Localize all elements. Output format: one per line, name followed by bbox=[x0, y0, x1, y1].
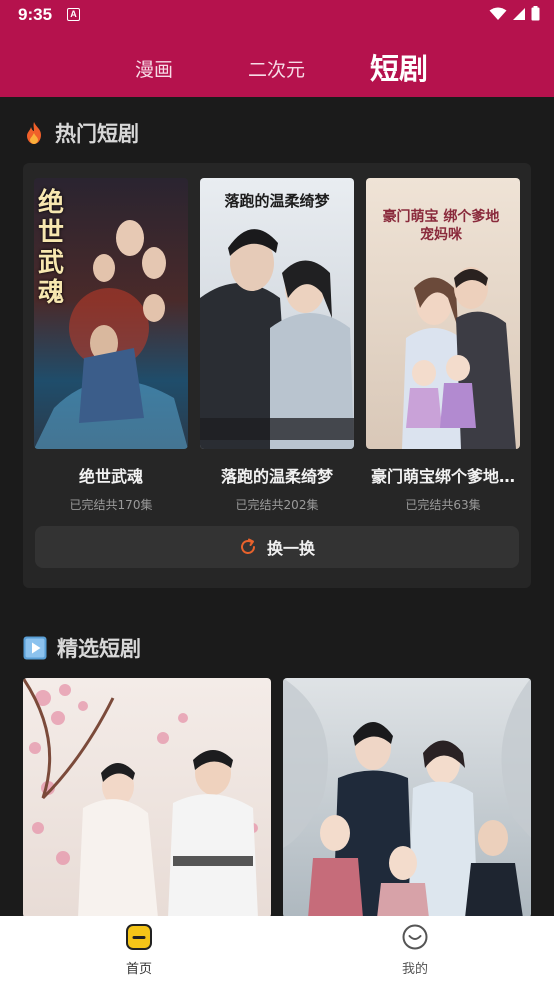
drama-title: 落跑的温柔绮梦 bbox=[220, 467, 333, 486]
smile-icon bbox=[402, 924, 428, 950]
featured-section-title: 精选短剧 bbox=[57, 637, 141, 661]
drama-episode-status: 已完结共170集 bbox=[69, 498, 153, 512]
signal-icon bbox=[513, 7, 525, 20]
drama-episode-status: 已完结共202集 bbox=[235, 498, 319, 512]
drama-episode-status: 已完结共63集 bbox=[405, 498, 481, 512]
bottom-navigation: 首页 我的 bbox=[0, 916, 554, 984]
drama-title: 豪门萌宝绑个爹地… bbox=[370, 467, 515, 486]
status-bar: 9:35 A bbox=[0, 0, 554, 32]
nav-profile-label: 我的 bbox=[401, 962, 428, 977]
poster-title-text: 绝世武魂 bbox=[38, 188, 65, 308]
drama-card[interactable]: 豪门萌宝 绑个爹地宠妈咪 豪门萌宝绑个爹地… 已完结共63集 bbox=[366, 178, 520, 513]
play-icon bbox=[23, 636, 47, 660]
app-header: 9:35 A 漫画 二次元 短剧 bbox=[0, 0, 554, 97]
featured-poster-image bbox=[283, 678, 531, 918]
wifi-icon bbox=[489, 7, 507, 20]
drama-poster[interactable]: 豪门萌宝 绑个爹地宠妈咪 bbox=[366, 178, 520, 449]
nav-home[interactable]: 首页 bbox=[99, 924, 179, 977]
status-icons bbox=[489, 6, 540, 21]
poster-title-text: 豪门萌宝 绑个爹地宠妈咪 bbox=[382, 209, 500, 243]
featured-drama-card[interactable] bbox=[23, 678, 271, 918]
refresh-icon bbox=[241, 538, 255, 554]
notification-icon: A bbox=[67, 8, 80, 21]
top-tab-bar: 漫画 二次元 短剧 bbox=[0, 40, 554, 92]
tab-manga[interactable]: 漫画 bbox=[135, 55, 173, 82]
home-icon bbox=[126, 924, 152, 950]
drama-card[interactable]: 绝世武魂 绝世武魂 已完结共170集 bbox=[34, 178, 188, 513]
featured-drama-card[interactable] bbox=[283, 678, 531, 918]
hot-section-title: 热门短剧 bbox=[55, 122, 139, 146]
drama-poster[interactable]: 绝世武魂 bbox=[34, 178, 188, 449]
drama-card[interactable]: 落跑的温柔绮梦 落跑的温柔绮梦 已完结共202集 bbox=[200, 178, 354, 513]
tab-short-drama[interactable]: 短剧 bbox=[370, 46, 428, 88]
nav-profile[interactable]: 我的 bbox=[375, 924, 455, 977]
hot-dramas-panel: 绝世武魂 绝世武魂 已完结共170集 落跑的温柔绮梦 落跑的温柔绮梦 已完结共2… bbox=[23, 163, 531, 588]
featured-section-header: 精选短剧 bbox=[23, 633, 141, 663]
battery-icon bbox=[531, 6, 540, 21]
fire-icon bbox=[27, 122, 41, 144]
refresh-button[interactable]: 换一换 bbox=[35, 526, 519, 568]
refresh-label: 换一换 bbox=[266, 539, 315, 558]
poster-image bbox=[200, 178, 354, 449]
tab-anime[interactable]: 二次元 bbox=[248, 55, 305, 82]
featured-poster-image bbox=[23, 678, 271, 918]
hot-section-header: 热门短剧 bbox=[23, 118, 139, 148]
nav-home-label: 首页 bbox=[125, 962, 152, 977]
status-time: 9:35 bbox=[18, 5, 53, 24]
poster-title-text: 落跑的温柔绮梦 bbox=[224, 192, 330, 210]
drama-poster[interactable]: 落跑的温柔绮梦 bbox=[200, 178, 354, 449]
drama-title: 绝世武魂 bbox=[78, 467, 143, 486]
